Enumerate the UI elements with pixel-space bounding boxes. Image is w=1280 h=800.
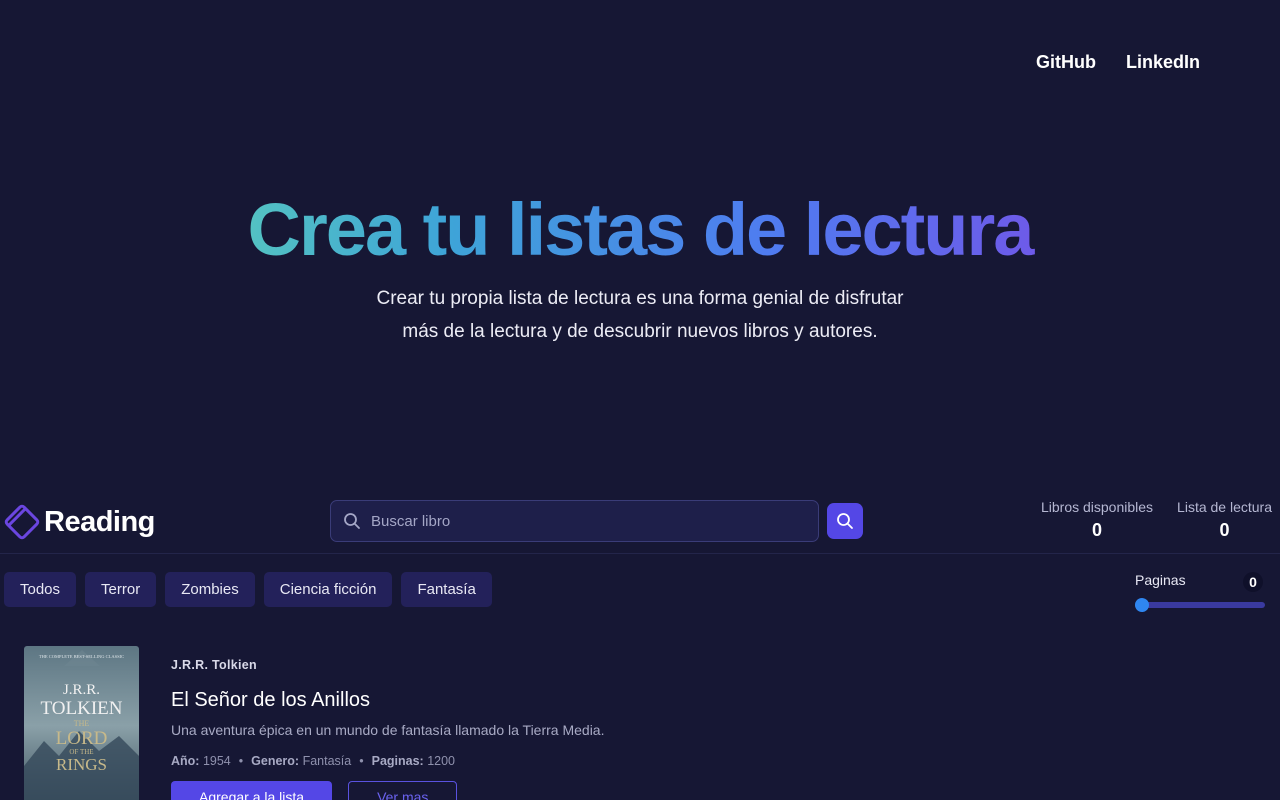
book-genre-value: Fantasía — [302, 754, 352, 768]
book-genre: Genero: Fantasía — [251, 754, 351, 768]
github-link[interactable]: GitHub — [1036, 52, 1096, 73]
book-card: THE COMPLETE BEST-SELLING CLASSIC J.R.R.… — [24, 646, 924, 800]
book-year: Año: 1954 — [171, 754, 231, 768]
genre-filters: Todos Terror Zombies Ciencia ficción Fan… — [4, 572, 492, 607]
available-books-count: 0 — [1092, 520, 1103, 540]
filter-zombies[interactable]: Zombies — [165, 572, 255, 607]
book-year-value: 1954 — [202, 754, 231, 768]
pages-slider-thumb[interactable] — [1135, 598, 1149, 612]
available-books-stat: Libros disponibles 0 — [1041, 499, 1153, 541]
brand-logo[interactable]: Reading — [2, 502, 155, 542]
reading-list-label: Lista de lectura — [1177, 499, 1272, 515]
search-icon — [344, 513, 360, 529]
book-cover[interactable]: THE COMPLETE BEST-SELLING CLASSIC J.R.R.… — [24, 646, 139, 800]
toolbar: Reading Libros disponibles 0 Lista de le… — [0, 496, 1280, 554]
book-pages-value: 1200 — [427, 754, 456, 768]
book-meta: Año: 1954 • Genero: Fantasía • Paginas: … — [171, 754, 605, 768]
top-nav: GitHub LinkedIn — [1036, 52, 1200, 73]
book-title[interactable]: El Señor de los Anillos — [171, 689, 605, 712]
cover-top-text: THE COMPLETE BEST-SELLING CLASSIC — [39, 654, 124, 659]
cover-title-line1: THE — [74, 719, 90, 728]
linkedin-link[interactable]: LinkedIn — [1126, 52, 1200, 73]
cover-author-line1: J.R.R. — [63, 682, 100, 698]
book-author: J.R.R. Tolkien — [171, 658, 257, 672]
book-icon — [4, 504, 40, 540]
book-cover-art: THE COMPLETE BEST-SELLING CLASSIC J.R.R.… — [24, 646, 139, 800]
add-to-list-button[interactable]: Agregar a la lista — [171, 781, 333, 800]
search-button[interactable] — [827, 503, 863, 539]
reading-list-stat: Lista de lectura 0 — [1177, 499, 1272, 541]
search-box — [330, 500, 819, 542]
cover-title-line2: LORD — [56, 728, 108, 749]
filter-all[interactable]: Todos — [4, 572, 77, 607]
pages-filter: Paginas 0 — [1135, 572, 1265, 612]
meta-separator: • — [359, 754, 364, 768]
brand-name: Reading — [44, 505, 155, 538]
search-icon — [837, 513, 853, 529]
meta-separator: • — [238, 754, 244, 768]
filter-terror[interactable]: Terror — [85, 572, 157, 607]
book-description: Una aventura épica en un mundo de fantas… — [171, 722, 605, 738]
book-actions: Agregar a la lista Ver mas — [171, 781, 458, 800]
cover-author-line2: TOLKIEN — [41, 698, 123, 719]
hero-subtitle-line1: Crear tu propia lista de lectura es una … — [376, 288, 904, 309]
reading-list-count: 0 — [1219, 520, 1230, 540]
filter-fantasy[interactable]: Fantasía — [401, 572, 492, 607]
cover-title-line4: RINGS — [56, 755, 107, 774]
pages-slider[interactable] — [1135, 598, 1265, 612]
book-genre-label: Genero: — [251, 754, 300, 768]
pages-filter-value: 0 — [1243, 572, 1263, 592]
stats: Libros disponibles 0 Lista de lectura 0 — [1041, 499, 1272, 541]
available-books-label: Libros disponibles — [1040, 499, 1154, 515]
filter-science-fiction[interactable]: Ciencia ficción — [263, 572, 393, 607]
hero-title: Crea tu listas de lectura — [0, 186, 1280, 274]
book-year-label: Año: — [171, 754, 200, 768]
book-info: J.R.R. Tolkien El Señor de los Anillos U… — [171, 658, 605, 768]
hero-subtitle-line2: más de la lectura y de descubrir nuevos … — [402, 321, 878, 342]
view-more-button[interactable]: Ver mas — [348, 781, 458, 800]
book-pages-label: Paginas: — [371, 754, 424, 768]
book-pages: Paginas: 1200 — [372, 754, 455, 768]
hero-subtitle: Crear tu propia lista de lectura es una … — [0, 282, 1280, 348]
search-input[interactable] — [371, 512, 791, 530]
hero: Crea tu listas de lectura Crear tu propi… — [0, 186, 1280, 348]
